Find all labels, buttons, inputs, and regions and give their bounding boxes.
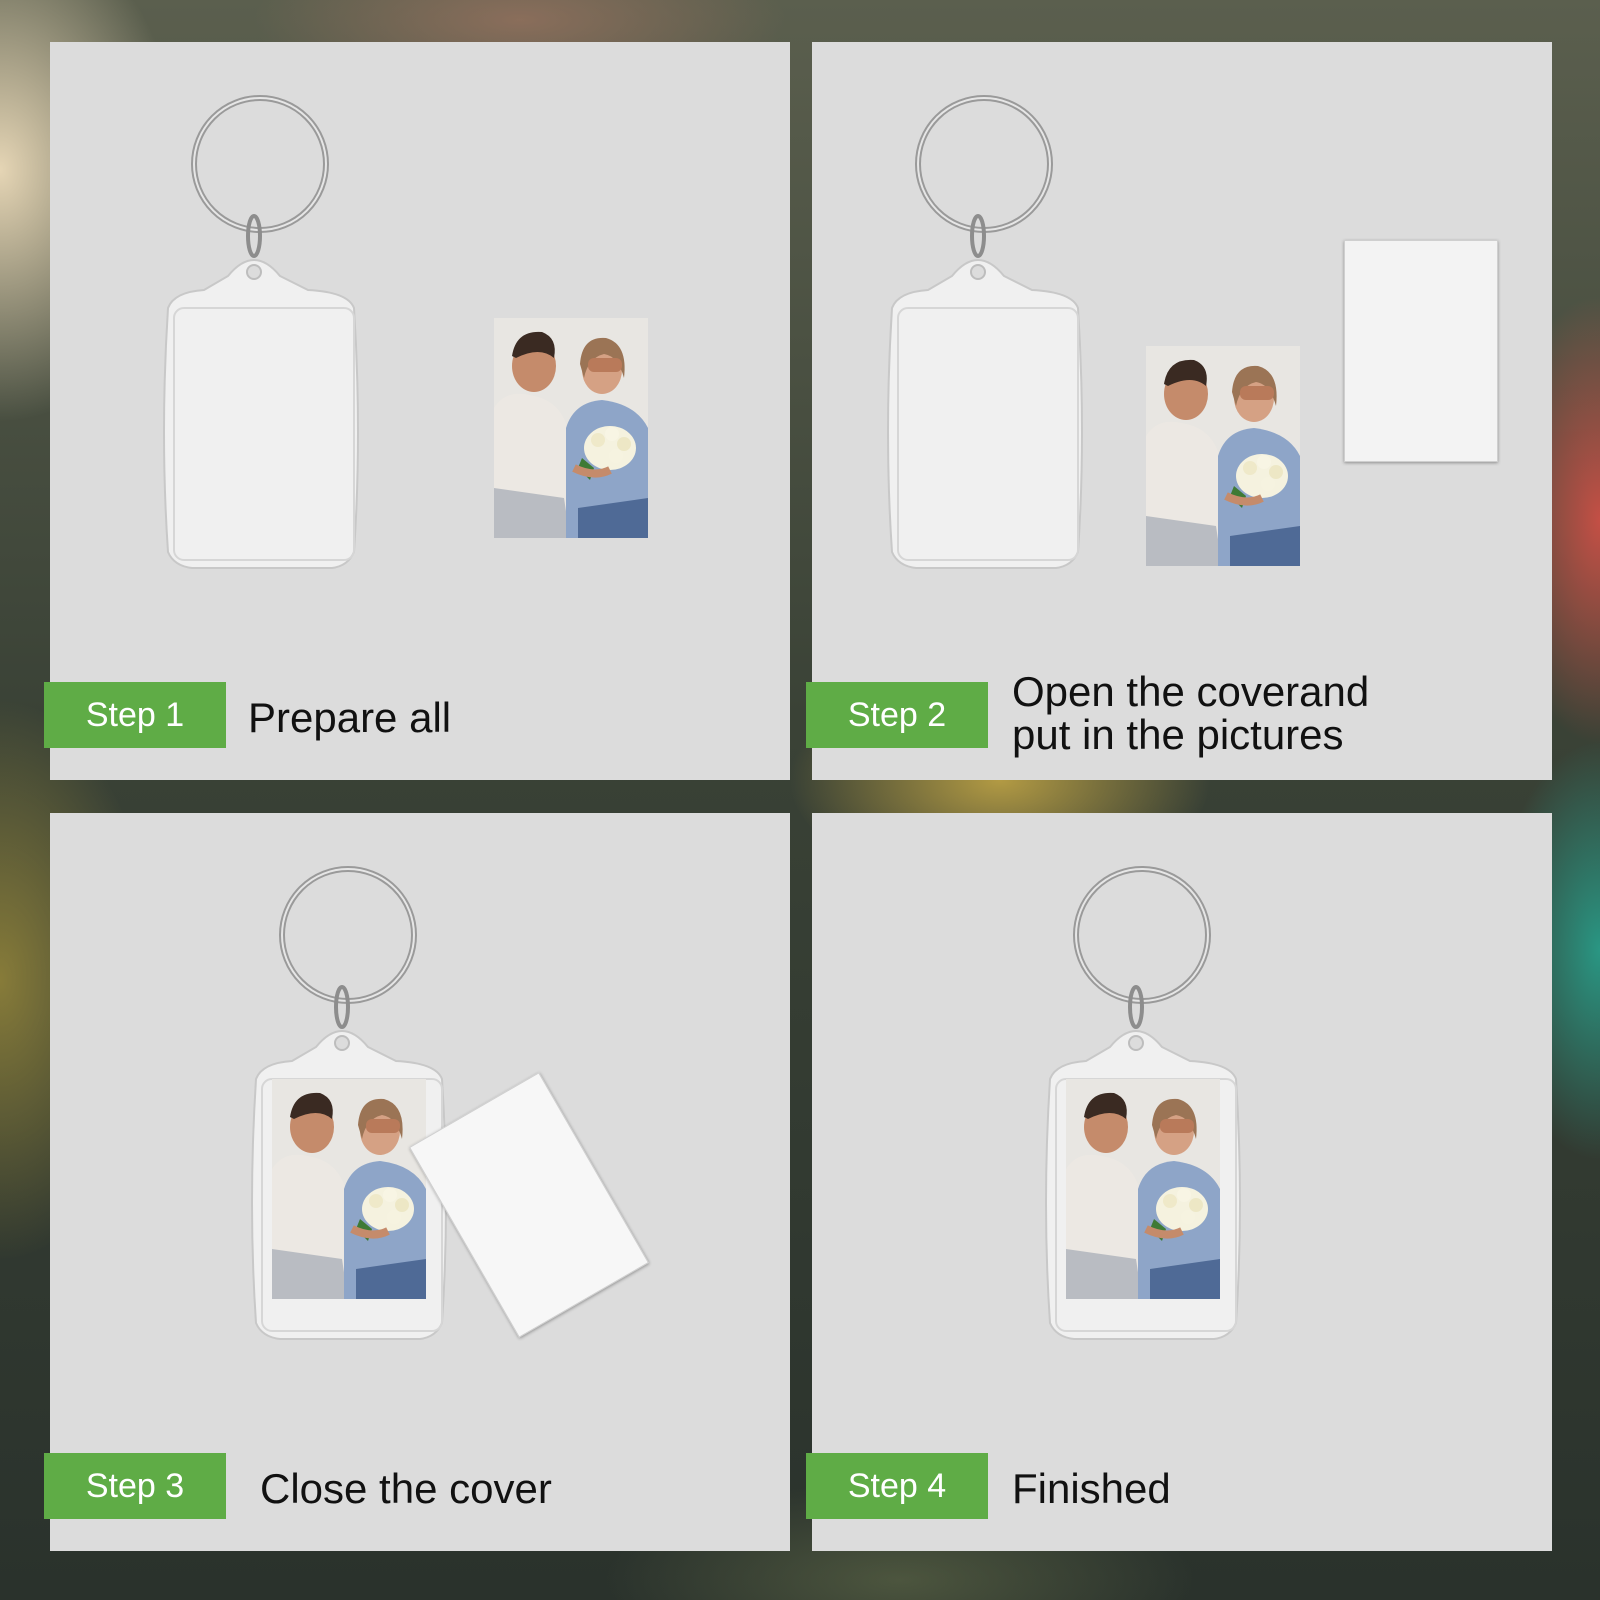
step-badge: Step 4 [806,1453,988,1519]
caption-line: Prepare all [248,694,452,741]
caption-line: Open the coverand [1012,668,1370,715]
step-1-panel: Step 1 Prepare all [44,42,790,780]
paper-insert-icon [1344,240,1498,462]
step-2-panel: Step 2 Open the coverand put in the pict… [806,42,1552,780]
step-badge: Step 3 [44,1453,226,1519]
step-caption: Prepare all [248,697,451,739]
couple-photo-icon [1066,1079,1220,1299]
keyring-icon [150,94,390,574]
couple-photo-icon [494,318,648,538]
caption-line: put in the pictures [1012,711,1344,758]
caption-line: Close the cover [260,1465,552,1512]
step-badge: Step 2 [806,682,988,748]
keyring-icon [874,94,1114,574]
step-3-panel: Step 3 Close the cover [44,813,790,1551]
step-caption: Close the cover [260,1468,552,1510]
step-caption: Open the coverand put in the pictures [1012,670,1369,756]
step-caption: Finished [1012,1468,1171,1510]
couple-photo-icon [1146,346,1300,566]
step-badge: Step 1 [44,682,226,748]
caption-line: Finished [1012,1465,1171,1512]
step-4-panel: Step 4 Finished [806,813,1552,1551]
couple-photo-icon [272,1079,426,1299]
